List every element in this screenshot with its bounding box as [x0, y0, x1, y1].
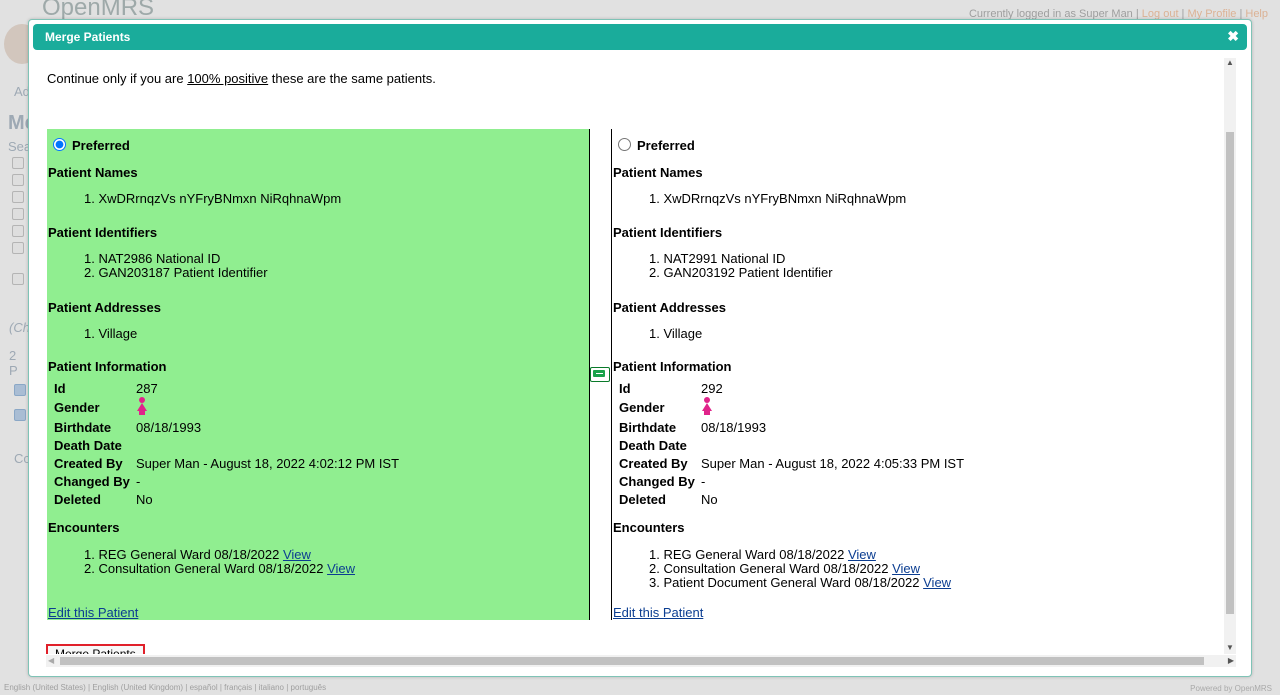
encounters-list: 1. REG General Ward 08/18/2022 View 2. C… — [649, 548, 951, 590]
list-item: 1. Village — [649, 326, 703, 341]
list-item: 2. GAN203192 Patient Identifier — [649, 265, 833, 280]
vertical-scrollbar[interactable]: ▲ ▼ — [1224, 58, 1236, 654]
info-value-death-date — [136, 436, 399, 454]
close-icon[interactable]: ✖ — [1227, 28, 1239, 45]
female-icon — [136, 397, 148, 415]
names-list: 1. XwDRrnqzVs nYFryBNmxn NiRqhnaWpm — [84, 192, 341, 206]
preferred-option: Preferred — [618, 138, 695, 153]
scroll-thumb[interactable] — [1226, 132, 1234, 614]
addresses-list: 1. Village — [649, 327, 702, 341]
dialog-titlebar: Merge Patients ✖ — [33, 24, 1247, 50]
view-encounter-link[interactable]: View — [923, 575, 951, 590]
info-key: Deleted — [54, 491, 101, 507]
patient-column-left: Preferred Patient Names 1. XwDRrnqzVs nY… — [47, 129, 589, 620]
addresses-list: 1. Village — [84, 327, 137, 341]
info-key: Created By — [54, 455, 123, 471]
section-patient-addresses: Patient Addresses — [48, 300, 161, 315]
section-patient-addresses: Patient Addresses — [613, 300, 726, 315]
scroll-thumb[interactable] — [60, 657, 1204, 665]
list-item: 1. XwDRrnqzVs nYFryBNmxn NiRqhnaWpm — [84, 191, 342, 206]
section-patient-names: Patient Names — [613, 165, 703, 180]
dialog-content: Continue only if you are 100% positive t… — [46, 58, 1223, 654]
section-patient-information: Patient Information — [48, 359, 167, 374]
info-value-changed-by: - — [701, 473, 706, 489]
encounter-item: 2. Consultation General Ward 08/18/2022 … — [649, 561, 921, 576]
encounter-item: 2. Consultation General Ward 08/18/2022 … — [84, 561, 356, 576]
merge-patients-dialog: Merge Patients ✖ Continue only if you ar… — [28, 19, 1252, 677]
info-key: Death Date — [619, 437, 687, 453]
scroll-up-icon[interactable]: ▲ — [1226, 58, 1234, 67]
warning-text: Continue only if you are 100% positive t… — [47, 71, 436, 86]
preferred-option: Preferred — [53, 138, 130, 153]
view-encounter-link[interactable]: View — [848, 547, 876, 562]
dialog-title: Merge Patients — [45, 30, 131, 44]
info-value-deleted: No — [701, 491, 718, 507]
info-value-birthdate: 08/18/1993 — [136, 419, 202, 435]
warning-emphasis: 100% positive — [187, 71, 269, 86]
identifiers-list: 1. NAT2986 National ID 2. GAN203187 Pati… — [84, 252, 268, 280]
names-list: 1. XwDRrnqzVs nYFryBNmxn NiRqhnaWpm — [649, 192, 906, 206]
patient-info-table: Id 292 Gender Birthdate 08/18/1993 Death D… — [619, 379, 964, 508]
info-key: Created By — [619, 455, 688, 471]
patient-column-right: Preferred Patient Names 1. XwDRrnqzVs nY… — [611, 129, 1223, 620]
section-patient-names: Patient Names — [48, 165, 138, 180]
info-key: Changed By — [619, 473, 695, 489]
identifiers-list: 1. NAT2991 National ID 2. GAN203192 Pati… — [649, 252, 833, 280]
warning-pre: Continue only if you are — [47, 71, 188, 86]
patient-info-table: Id 287 Gender Birthdate 08/18/1993 Death D… — [54, 379, 399, 508]
list-item: 1. NAT2991 National ID — [649, 251, 786, 266]
section-encounters: Encounters — [48, 520, 120, 535]
scroll-left-icon[interactable]: ◀ — [48, 656, 54, 665]
info-value-id: 287 — [136, 380, 158, 396]
encounter-item: 1. REG General Ward 08/18/2022 View — [649, 547, 876, 562]
section-patient-identifiers: Patient Identifiers — [48, 225, 158, 240]
encounter-item: 3. Patient Document General Ward 08/18/2… — [649, 575, 952, 590]
info-value-created-by: Super Man - August 18, 2022 4:05:33 PM I… — [701, 455, 965, 471]
section-patient-information: Patient Information — [613, 359, 732, 374]
horizontal-scrollbar[interactable]: ◀ ▶ — [46, 655, 1236, 667]
info-value-death-date — [701, 436, 964, 454]
info-value-birthdate: 08/18/1993 — [701, 419, 767, 435]
section-patient-identifiers: Patient Identifiers — [613, 225, 723, 240]
encounter-item: 1. REG General Ward 08/18/2022 View — [84, 547, 311, 562]
merge-patients-button[interactable]: Merge Patients — [46, 644, 145, 654]
view-encounter-link[interactable]: View — [327, 561, 355, 576]
scroll-down-icon[interactable]: ▼ — [1226, 643, 1234, 652]
list-item: 2. GAN203187 Patient Identifier — [84, 265, 268, 280]
encounters-list: 1. REG General Ward 08/18/2022 View 2. C… — [84, 548, 355, 576]
preferred-radio-left[interactable] — [53, 138, 66, 151]
info-key: Birthdate — [619, 419, 677, 435]
preferred-label: Preferred — [637, 138, 695, 153]
info-key: Gender — [619, 400, 665, 415]
section-encounters: Encounters — [613, 520, 685, 535]
info-key: Id — [619, 380, 631, 396]
info-key: Changed By — [54, 473, 130, 489]
edit-patient-link-left[interactable]: Edit this Patient — [48, 605, 138, 620]
info-key: Deleted — [619, 491, 666, 507]
list-item: 1. XwDRrnqzVs nYFryBNmxn NiRqhnaWpm — [649, 191, 907, 206]
list-item: 1. NAT2986 National ID — [84, 251, 221, 266]
preferred-label: Preferred — [72, 138, 130, 153]
info-key: Death Date — [54, 437, 122, 453]
info-key: Gender — [54, 400, 100, 415]
info-value-created-by: Super Man - August 18, 2022 4:02:12 PM I… — [136, 455, 400, 471]
female-icon — [701, 397, 713, 415]
view-encounter-link[interactable]: View — [892, 561, 920, 576]
warning-post: these are the same patients. — [268, 71, 436, 86]
info-value-changed-by: - — [136, 473, 141, 489]
swap-preferred-icon[interactable] — [590, 367, 610, 382]
info-value-id: 292 — [701, 380, 723, 396]
preferred-radio-right[interactable] — [618, 138, 631, 151]
edit-patient-link-right[interactable]: Edit this Patient — [613, 605, 703, 620]
scroll-right-icon[interactable]: ▶ — [1228, 656, 1234, 665]
view-encounter-link[interactable]: View — [283, 547, 311, 562]
list-item: 1. Village — [84, 326, 138, 341]
info-key: Birthdate — [54, 419, 112, 435]
info-value-deleted: No — [136, 491, 153, 507]
info-key: Id — [54, 380, 66, 396]
